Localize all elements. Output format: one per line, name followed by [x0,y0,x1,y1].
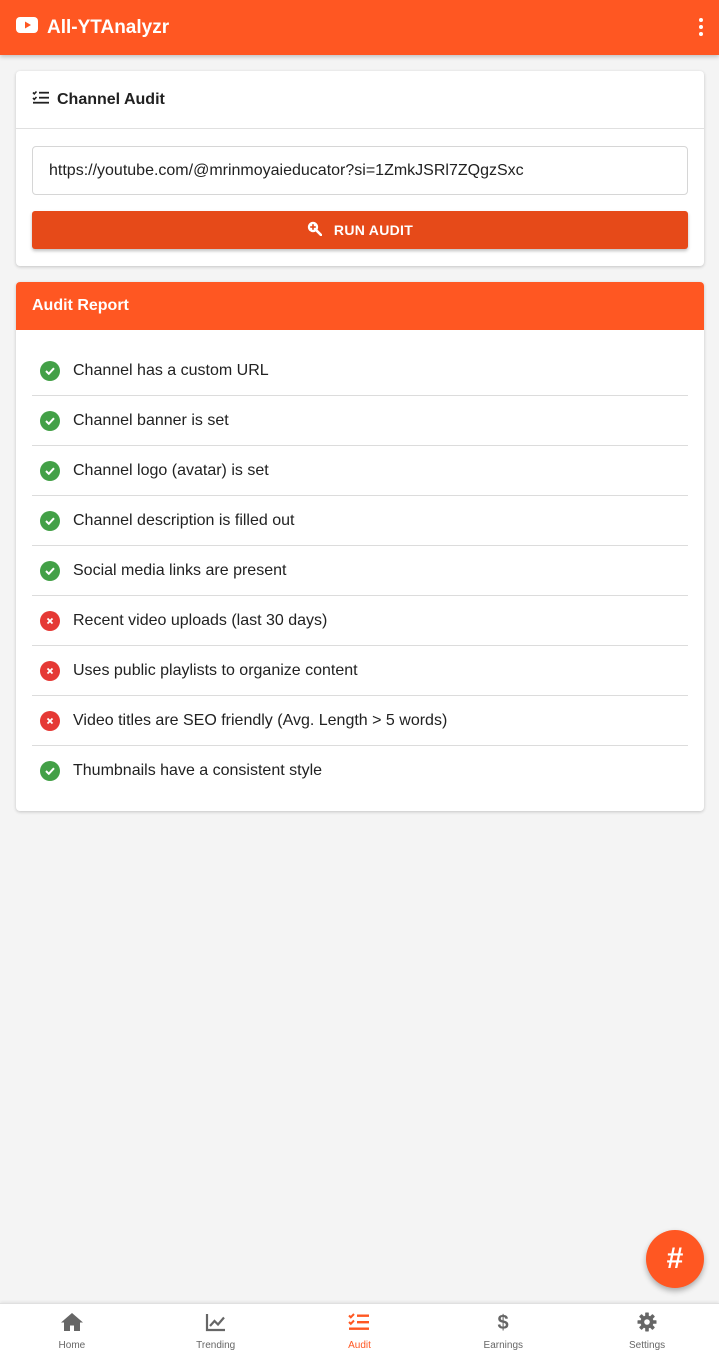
checklist-icon [32,90,49,109]
audit-item-label: Social media links are present [73,561,287,579]
nav-label: Settings [629,1340,666,1351]
list-item: Video titles are SEO friendly (Avg. Leng… [32,696,688,746]
channel-audit-card: Channel Audit RUN AUDIT [16,71,704,266]
x-circle-icon [40,660,60,681]
list-item: Uses public playlists to organize conten… [32,646,688,696]
check-circle-icon [40,560,60,581]
bottom-nav: Home Trending Audit $ Earnings Settings [0,1303,719,1360]
audit-report-card: Audit Report Channel has a custom URL Ch… [16,282,704,811]
nav-item-home[interactable]: Home [0,1304,144,1360]
audit-item-label: Uses public playlists to organize conten… [73,661,358,679]
x-circle-icon [40,710,60,731]
list-item: Channel banner is set [32,396,688,446]
nav-label: Audit [348,1340,371,1351]
audit-item-label: Thumbnails have a consistent style [73,762,323,779]
channel-url-input[interactable] [32,146,688,195]
audit-report-title: Audit Report [16,282,704,330]
svg-text:$: $ [498,1312,509,1332]
nav-label: Earnings [483,1340,524,1351]
dollar-icon: $ [496,1312,510,1337]
app-bar: All-YTAnalyzr [0,0,719,55]
list-item: Channel has a custom URL [32,346,688,396]
list-item: Recent video uploads (last 30 days) [32,596,688,646]
list-item: Thumbnails have a consistent style [32,746,688,796]
audit-item-label: Recent video uploads (last 30 days) [73,611,328,629]
checklist-icon [348,1312,370,1337]
nav-item-settings[interactable]: Settings [575,1304,719,1360]
check-circle-icon [40,460,60,481]
gear-icon [637,1312,657,1337]
check-circle-icon [40,761,60,781]
list-item: Channel description is filled out [32,496,688,546]
hashtag-icon: # [666,1242,684,1275]
more-vert-icon[interactable] [693,14,709,40]
list-item: Channel logo (avatar) is set [32,446,688,496]
channel-audit-title: Channel Audit [57,90,165,108]
audit-item-label: Video titles are SEO friendly (Avg. Leng… [73,711,448,729]
audit-item-label: Channel description is filled out [73,511,295,529]
youtube-icon [16,17,38,38]
nav-item-audit[interactable]: Audit [288,1304,432,1360]
run-audit-label: RUN AUDIT [333,222,414,238]
chart-line-icon [205,1312,227,1337]
audit-item-label: Channel banner is set [73,411,229,429]
channel-audit-header: Channel Audit [16,71,704,129]
search-plus-icon [307,221,323,239]
check-circle-icon [40,360,60,381]
audit-item-label: Channel has a custom URL [73,361,269,379]
run-audit-button[interactable]: RUN AUDIT [32,211,688,249]
hashtag-fab-button[interactable]: # [646,1230,704,1288]
check-circle-icon [40,510,60,531]
nav-label: Home [58,1340,86,1351]
audit-item-label: Channel logo (avatar) is set [73,461,269,479]
check-circle-icon [40,410,60,431]
nav-item-earnings[interactable]: $ Earnings [431,1304,575,1360]
app-title: All-YTAnalyzr [47,16,170,38]
audit-report-list: Channel has a custom URL Channel banner … [32,346,688,796]
home-icon [60,1312,84,1337]
list-item: Social media links are present [32,546,688,596]
nav-item-trending[interactable]: Trending [144,1304,288,1360]
x-circle-icon [40,610,60,631]
nav-label: Trending [196,1340,236,1351]
